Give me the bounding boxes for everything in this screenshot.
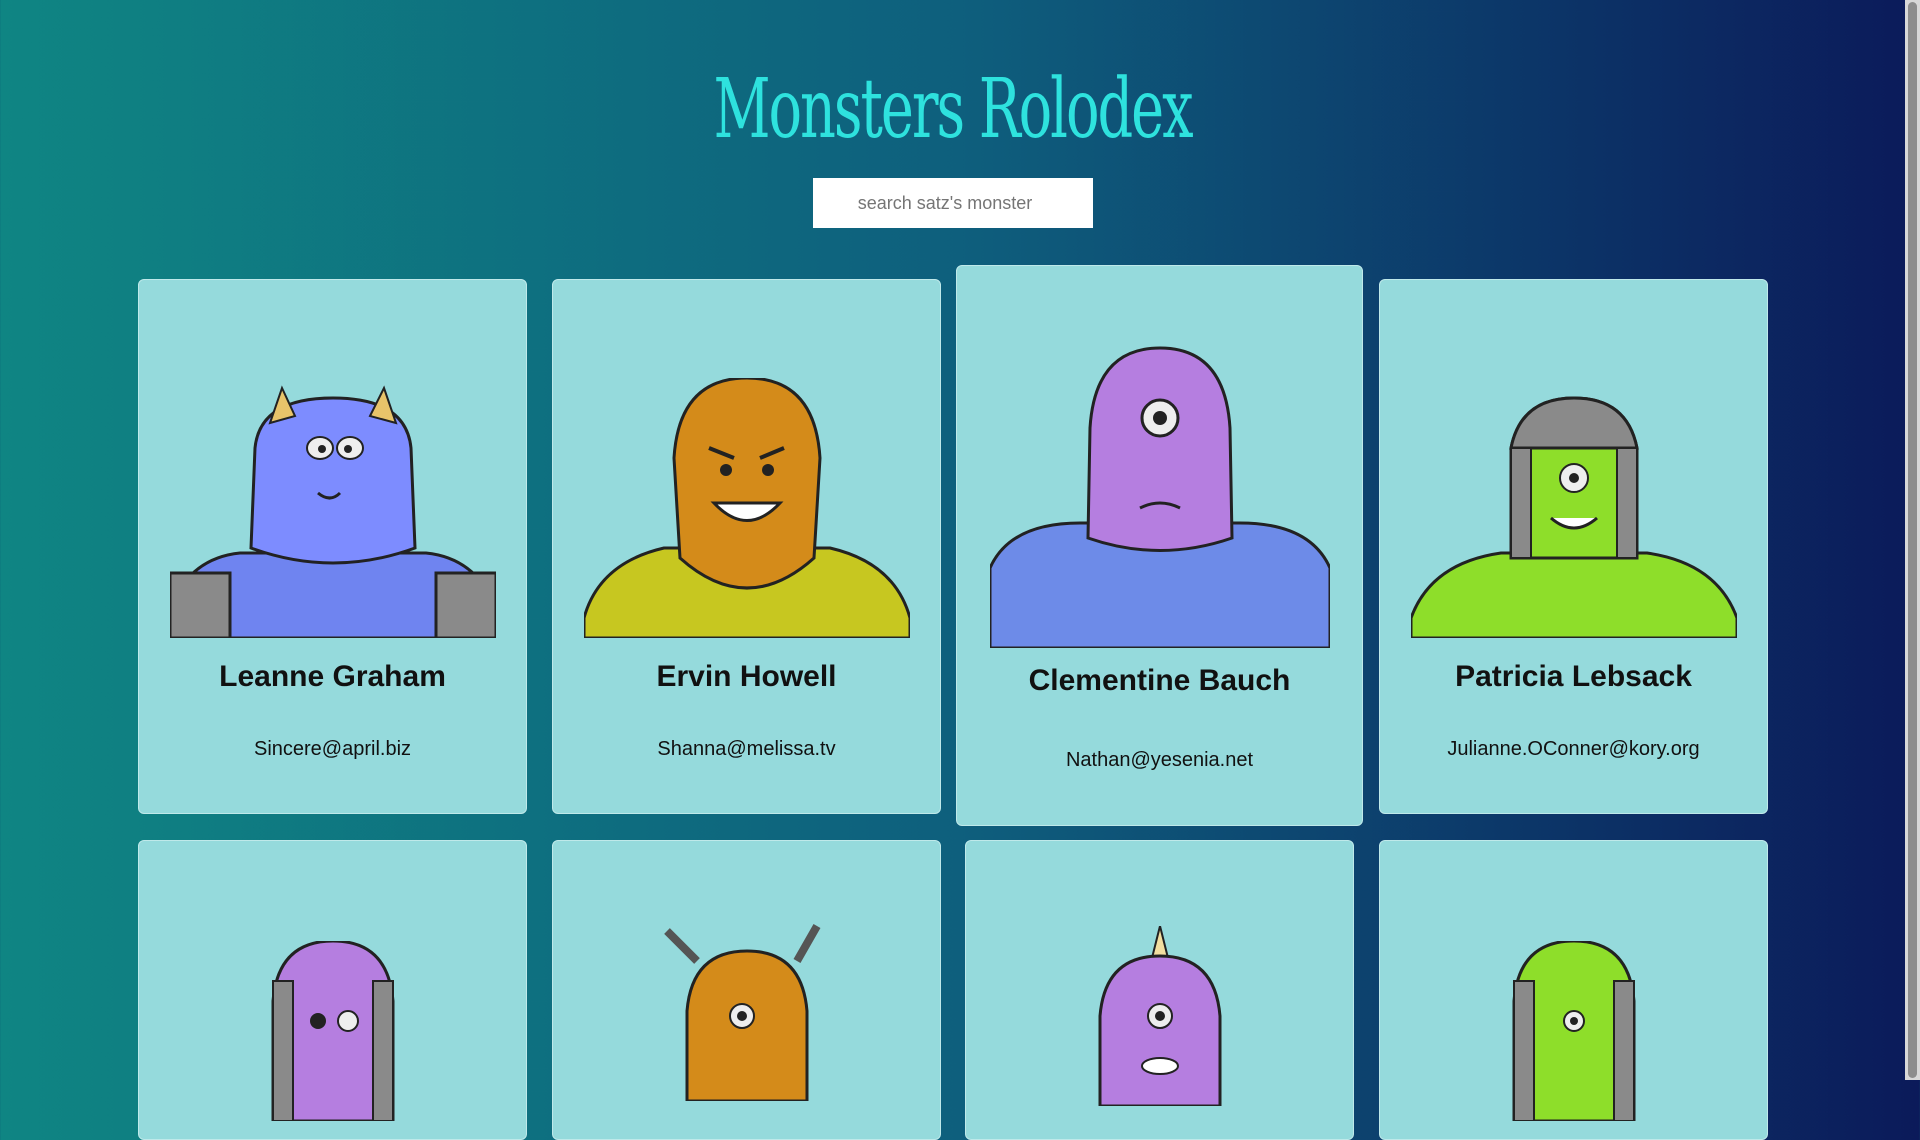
monster-card[interactable]: Leanne Graham Sincere@april.biz xyxy=(138,279,527,814)
monster-name: Leanne Graham xyxy=(219,660,446,693)
monster-card[interactable]: Clementine Bauch Nathan@yesenia.net xyxy=(956,265,1363,826)
monster-cyclops-icon xyxy=(989,346,1330,648)
monster-horned-icon xyxy=(169,385,496,638)
monster-email: Sincere@april.biz xyxy=(253,738,412,760)
monster-card[interactable]: Patricia Lebsack Julianne.OConner@kory.o… xyxy=(1379,279,1768,814)
monster-name: Ervin Howell xyxy=(656,660,837,693)
search-input[interactable] xyxy=(813,178,1093,228)
monster-robot-green-icon xyxy=(1512,941,1635,1121)
scrollbar-thumb[interactable] xyxy=(1908,2,1917,1078)
monster-gold-icon xyxy=(583,378,910,638)
monster-name: Clementine Bauch xyxy=(1028,664,1291,697)
monster-card[interactable] xyxy=(552,840,941,1140)
monster-helmet-icon xyxy=(1410,396,1737,638)
scrollbar[interactable] xyxy=(1905,0,1920,1080)
monster-horn-icon xyxy=(1098,926,1221,1106)
monster-email: Nathan@yesenia.net xyxy=(1065,749,1254,771)
monster-email: Shanna@melissa.tv xyxy=(657,738,836,760)
monster-email: Julianne.OConner@kory.org xyxy=(1447,738,1700,760)
monster-antenna-icon xyxy=(663,924,820,1101)
app-title: Monsters Rolodex xyxy=(713,62,1193,157)
monster-robot-icon xyxy=(271,941,394,1121)
monster-card[interactable] xyxy=(1379,840,1768,1140)
monster-card[interactable] xyxy=(138,840,527,1140)
monster-name: Patricia Lebsack xyxy=(1455,660,1692,693)
monster-card[interactable]: Ervin Howell Shanna@melissa.tv xyxy=(552,279,941,814)
monster-card[interactable] xyxy=(965,840,1354,1140)
